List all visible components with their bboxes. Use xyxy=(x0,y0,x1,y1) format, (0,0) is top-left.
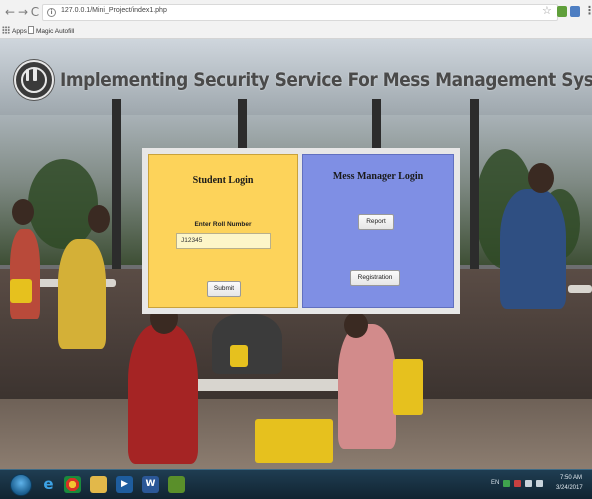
extension-icon[interactable] xyxy=(557,6,567,17)
tray-icon[interactable] xyxy=(503,480,510,487)
start-button-icon[interactable] xyxy=(10,474,32,496)
background-person xyxy=(128,324,198,464)
internet-explorer-icon[interactable]: e xyxy=(40,476,57,493)
background-person xyxy=(12,199,34,225)
background-tree xyxy=(28,159,98,249)
page-icon xyxy=(28,26,34,34)
background-person xyxy=(88,205,110,233)
background-person xyxy=(528,163,554,193)
background-person xyxy=(10,229,40,319)
knife-icon xyxy=(33,68,37,81)
background-chair xyxy=(10,279,32,303)
volume-icon[interactable] xyxy=(536,480,543,487)
bookmark-apps[interactable]: Apps xyxy=(2,26,27,37)
address-bar[interactable]: i 127.0.0.1/Mini_Project/index1.php xyxy=(42,4,558,21)
browser-menu-icon[interactable]: ⋮ xyxy=(584,5,592,17)
site-info-icon[interactable]: i xyxy=(47,8,56,17)
back-arrow-icon[interactable]: ← xyxy=(4,5,16,19)
background-person xyxy=(500,189,566,309)
background-mullion xyxy=(112,99,121,279)
forward-arrow-icon[interactable]: → xyxy=(17,5,29,19)
background-person xyxy=(338,324,396,449)
reload-icon[interactable]: C xyxy=(29,5,41,19)
registration-button[interactable]: Registration xyxy=(350,270,400,286)
language-indicator[interactable]: EN xyxy=(491,480,499,486)
network-icon[interactable] xyxy=(525,480,532,487)
word-icon[interactable]: W xyxy=(142,476,159,493)
background-person xyxy=(58,239,106,349)
url-text[interactable]: 127.0.0.1/Mini_Project/index1.php xyxy=(61,7,167,14)
clock-time[interactable]: 7:50 AM xyxy=(560,475,582,481)
apps-grid-icon xyxy=(2,26,10,34)
chrome-icon[interactable] xyxy=(64,476,81,493)
fork-icon xyxy=(26,69,29,81)
browser-toolbar: ← → C i 127.0.0.1/Mini_Project/index1.ph… xyxy=(0,0,592,25)
bookmark-label: Apps xyxy=(12,28,27,35)
background-table xyxy=(568,285,592,293)
media-player-icon[interactable]: ▶ xyxy=(116,476,133,493)
clock-date[interactable]: 3/24/2017 xyxy=(556,485,583,491)
file-explorer-icon[interactable] xyxy=(90,476,107,493)
taskbar: e ▶ W EN 7:50 AM 3/24/2017 xyxy=(0,469,592,499)
report-button[interactable]: Report xyxy=(358,214,394,230)
login-panel: Student Login Enter Roll Number J12345 S… xyxy=(142,148,460,314)
bookmark-magic-autofill[interactable]: Magic Autofill xyxy=(28,26,74,37)
background-mullion xyxy=(470,99,479,279)
background-chair xyxy=(255,419,333,463)
mess-manager-login-box: Mess Manager Login Report Registration xyxy=(302,154,454,308)
student-login-box: Student Login Enter Roll Number J12345 S… xyxy=(148,154,298,308)
app-icon[interactable] xyxy=(168,476,185,493)
bookmark-label: Magic Autofill xyxy=(36,28,75,35)
roll-number-label: Enter Roll Number xyxy=(194,221,252,228)
tray-icon[interactable] xyxy=(514,480,521,487)
page-title: Implementing Security Service For Mess M… xyxy=(60,69,592,91)
page-header: Implementing Security Service For Mess M… xyxy=(0,47,592,107)
bookmarks-bar: Apps Magic Autofill xyxy=(0,25,592,39)
student-login-heading: Student Login xyxy=(192,175,254,186)
bookmark-star-icon[interactable]: ☆ xyxy=(542,5,552,17)
extension-icon[interactable] xyxy=(570,6,580,17)
background-chair xyxy=(393,359,423,415)
submit-button[interactable]: Submit xyxy=(207,281,241,297)
roll-number-input[interactable]: J12345 xyxy=(176,233,271,249)
page-body: Implementing Security Service For Mess M… xyxy=(0,39,592,469)
mess-manager-login-heading: Mess Manager Login xyxy=(332,171,424,182)
mess-logo-icon xyxy=(14,60,54,100)
background-person xyxy=(344,312,368,338)
background-chair xyxy=(230,345,248,367)
